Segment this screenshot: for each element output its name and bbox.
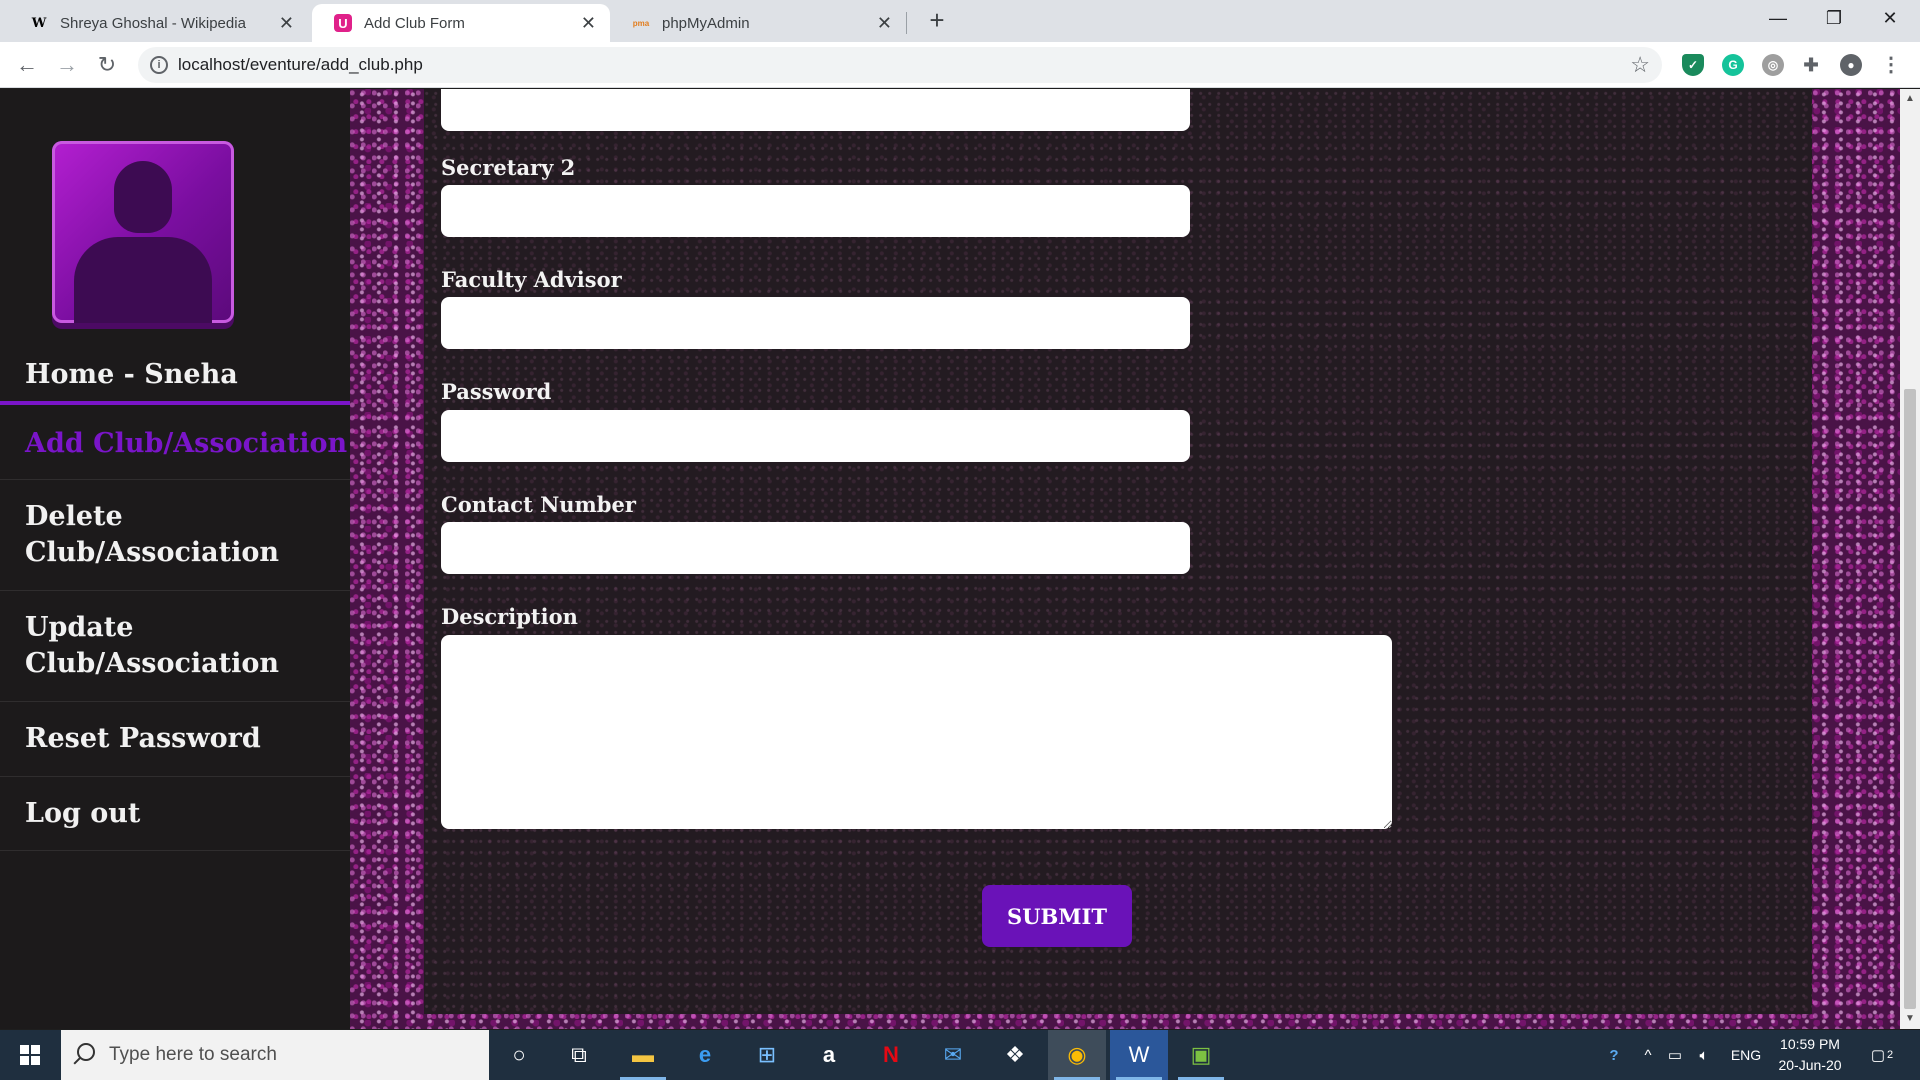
search-placeholder: Type here to search xyxy=(109,1044,277,1065)
grammarly-extension-icon[interactable]: G xyxy=(1722,54,1744,76)
url-text[interactable]: localhost/eventure/add_club.php xyxy=(178,55,423,75)
secretary-2-label: Secretary 2 xyxy=(441,155,576,180)
browser-menu-icon[interactable]: ⋮ xyxy=(1880,54,1902,76)
taskbar-clock[interactable]: 10:59 PM 20-Jun-20 xyxy=(1770,1034,1850,1076)
notification-count-badge: 2 xyxy=(1887,1049,1894,1061)
netflix-icon[interactable]: N xyxy=(862,1030,920,1080)
back-arrow-icon[interactable]: ← xyxy=(12,50,42,80)
help-icon[interactable]: ? xyxy=(1598,1030,1630,1080)
tab-title: phpMyAdmin xyxy=(662,14,750,32)
faculty-advisor-input[interactable] xyxy=(441,297,1190,349)
extension-circle-icon[interactable]: ◎ xyxy=(1762,54,1784,76)
browser-toolbar: ← → ↻ i localhost/eventure/add_club.php … xyxy=(0,42,1920,88)
volume-icon[interactable]: 🔈︎ xyxy=(1690,1030,1718,1080)
new-tab-button[interactable]: + xyxy=(922,6,952,36)
language-indicator[interactable]: ENG xyxy=(1726,1030,1766,1080)
user-avatar xyxy=(52,141,234,323)
secretary-2-input[interactable] xyxy=(441,185,1190,237)
cortana-icon[interactable]: ○ xyxy=(490,1030,548,1080)
sidebar-item-delete-club[interactable]: Delete Club/Association xyxy=(0,480,350,591)
site-favicon-icon: U xyxy=(334,14,352,32)
browser-tab-bar: W Shreya Ghoshal - Wikipedia ✕ U Add Clu… xyxy=(0,0,1920,42)
task-view-icon[interactable]: ⧉ xyxy=(550,1030,608,1080)
extensions-puzzle-icon[interactable]: ✚ xyxy=(1800,54,1822,76)
tab-wikipedia[interactable]: W Shreya Ghoshal - Wikipedia ✕ xyxy=(8,4,308,42)
bookmark-star-icon[interactable]: ☆ xyxy=(1630,52,1650,78)
mail-icon[interactable]: ✉ xyxy=(924,1030,982,1080)
chrome-icon[interactable]: ◉ xyxy=(1048,1030,1106,1080)
image-editor-icon[interactable]: ▣ xyxy=(1172,1030,1230,1080)
windows-taskbar: Type here to search ○ ⧉ ▬ e ⊞ a N ✉ ❖ ◉ … xyxy=(0,1030,1920,1080)
word-icon[interactable]: W xyxy=(1110,1030,1168,1080)
restore-window-icon[interactable]: ❐ xyxy=(1806,0,1862,36)
description-textarea[interactable] xyxy=(441,635,1392,829)
contact-number-label: Contact Number xyxy=(441,492,636,517)
phpmyadmin-favicon-icon: pma xyxy=(632,18,650,28)
tab-phpmyadmin[interactable]: pma phpMyAdmin ✕ xyxy=(610,4,906,42)
tray-chevron-up-icon[interactable]: ^ xyxy=(1636,1030,1660,1080)
search-icon xyxy=(77,1043,95,1061)
site-info-icon[interactable]: i xyxy=(150,56,168,74)
minimize-window-icon[interactable]: — xyxy=(1750,0,1806,36)
web-page: Home - Sneha Add Club/Association Delete… xyxy=(0,89,1920,1029)
faculty-advisor-label: Faculty Advisor xyxy=(441,267,622,292)
amazon-icon[interactable]: a xyxy=(800,1030,858,1080)
password-input[interactable] xyxy=(441,410,1190,462)
close-tab-icon[interactable]: ✕ xyxy=(581,13,596,34)
tab-add-club-form[interactable]: U Add Club Form ✕ xyxy=(312,4,610,42)
profile-avatar-icon[interactable]: ● xyxy=(1840,54,1862,76)
scroll-up-arrow-icon[interactable]: ▲ xyxy=(1900,91,1920,107)
submit-button[interactable]: SUBMIT xyxy=(982,885,1132,947)
notifications-icon[interactable]: ▢ 2 xyxy=(1862,1030,1902,1080)
sidebar: Home - Sneha Add Club/Association Delete… xyxy=(0,89,350,1029)
windows-logo-icon xyxy=(20,1045,40,1065)
sidebar-item-add-club[interactable]: Add Club/Association xyxy=(0,409,350,480)
tab-separator xyxy=(906,12,907,34)
sidebar-item-reset-password[interactable]: Reset Password xyxy=(0,702,350,777)
scroll-down-arrow-icon[interactable]: ▼ xyxy=(1900,1011,1920,1027)
close-tab-icon[interactable]: ✕ xyxy=(279,13,294,34)
forward-arrow-icon[interactable]: → xyxy=(52,50,82,80)
address-bar[interactable]: i localhost/eventure/add_club.php ☆ xyxy=(138,47,1662,83)
tab-title: Shreya Ghoshal - Wikipedia xyxy=(60,14,246,32)
scrollbar-thumb[interactable] xyxy=(1904,389,1916,1009)
file-explorer-icon[interactable]: ▬ xyxy=(614,1030,672,1080)
sidebar-item-home[interactable]: Home - Sneha xyxy=(0,349,350,405)
taskbar-search-box[interactable]: Type here to search xyxy=(61,1030,489,1080)
contact-number-input[interactable] xyxy=(441,522,1190,574)
password-label: Password xyxy=(441,379,552,404)
user-silhouette-icon xyxy=(114,161,172,233)
sidebar-item-log-out[interactable]: Log out xyxy=(0,777,350,851)
shield-extension-icon[interactable]: ✓ xyxy=(1682,54,1704,76)
wikipedia-favicon-icon: W xyxy=(31,15,47,31)
page-scrollbar[interactable]: ▲ ▼ xyxy=(1900,89,1920,1029)
tab-title: Add Club Form xyxy=(364,14,465,32)
edge-browser-icon[interactable]: e xyxy=(676,1030,734,1080)
start-button[interactable] xyxy=(0,1030,60,1080)
reload-icon[interactable]: ↻ xyxy=(92,50,122,80)
sidebar-item-update-club[interactable]: Update Club/Association xyxy=(0,591,350,702)
clock-time: 10:59 PM xyxy=(1780,1036,1840,1052)
clock-date: 20-Jun-20 xyxy=(1778,1057,1842,1073)
close-tab-icon[interactable]: ✕ xyxy=(877,13,892,34)
microsoft-store-icon[interactable]: ⊞ xyxy=(738,1030,796,1080)
battery-icon[interactable]: ▭ xyxy=(1662,1030,1688,1080)
previous-field-input[interactable] xyxy=(441,89,1190,131)
close-window-icon[interactable]: ✕ xyxy=(1862,0,1918,36)
dropbox-icon[interactable]: ❖ xyxy=(986,1030,1044,1080)
description-label: Description xyxy=(441,604,578,629)
